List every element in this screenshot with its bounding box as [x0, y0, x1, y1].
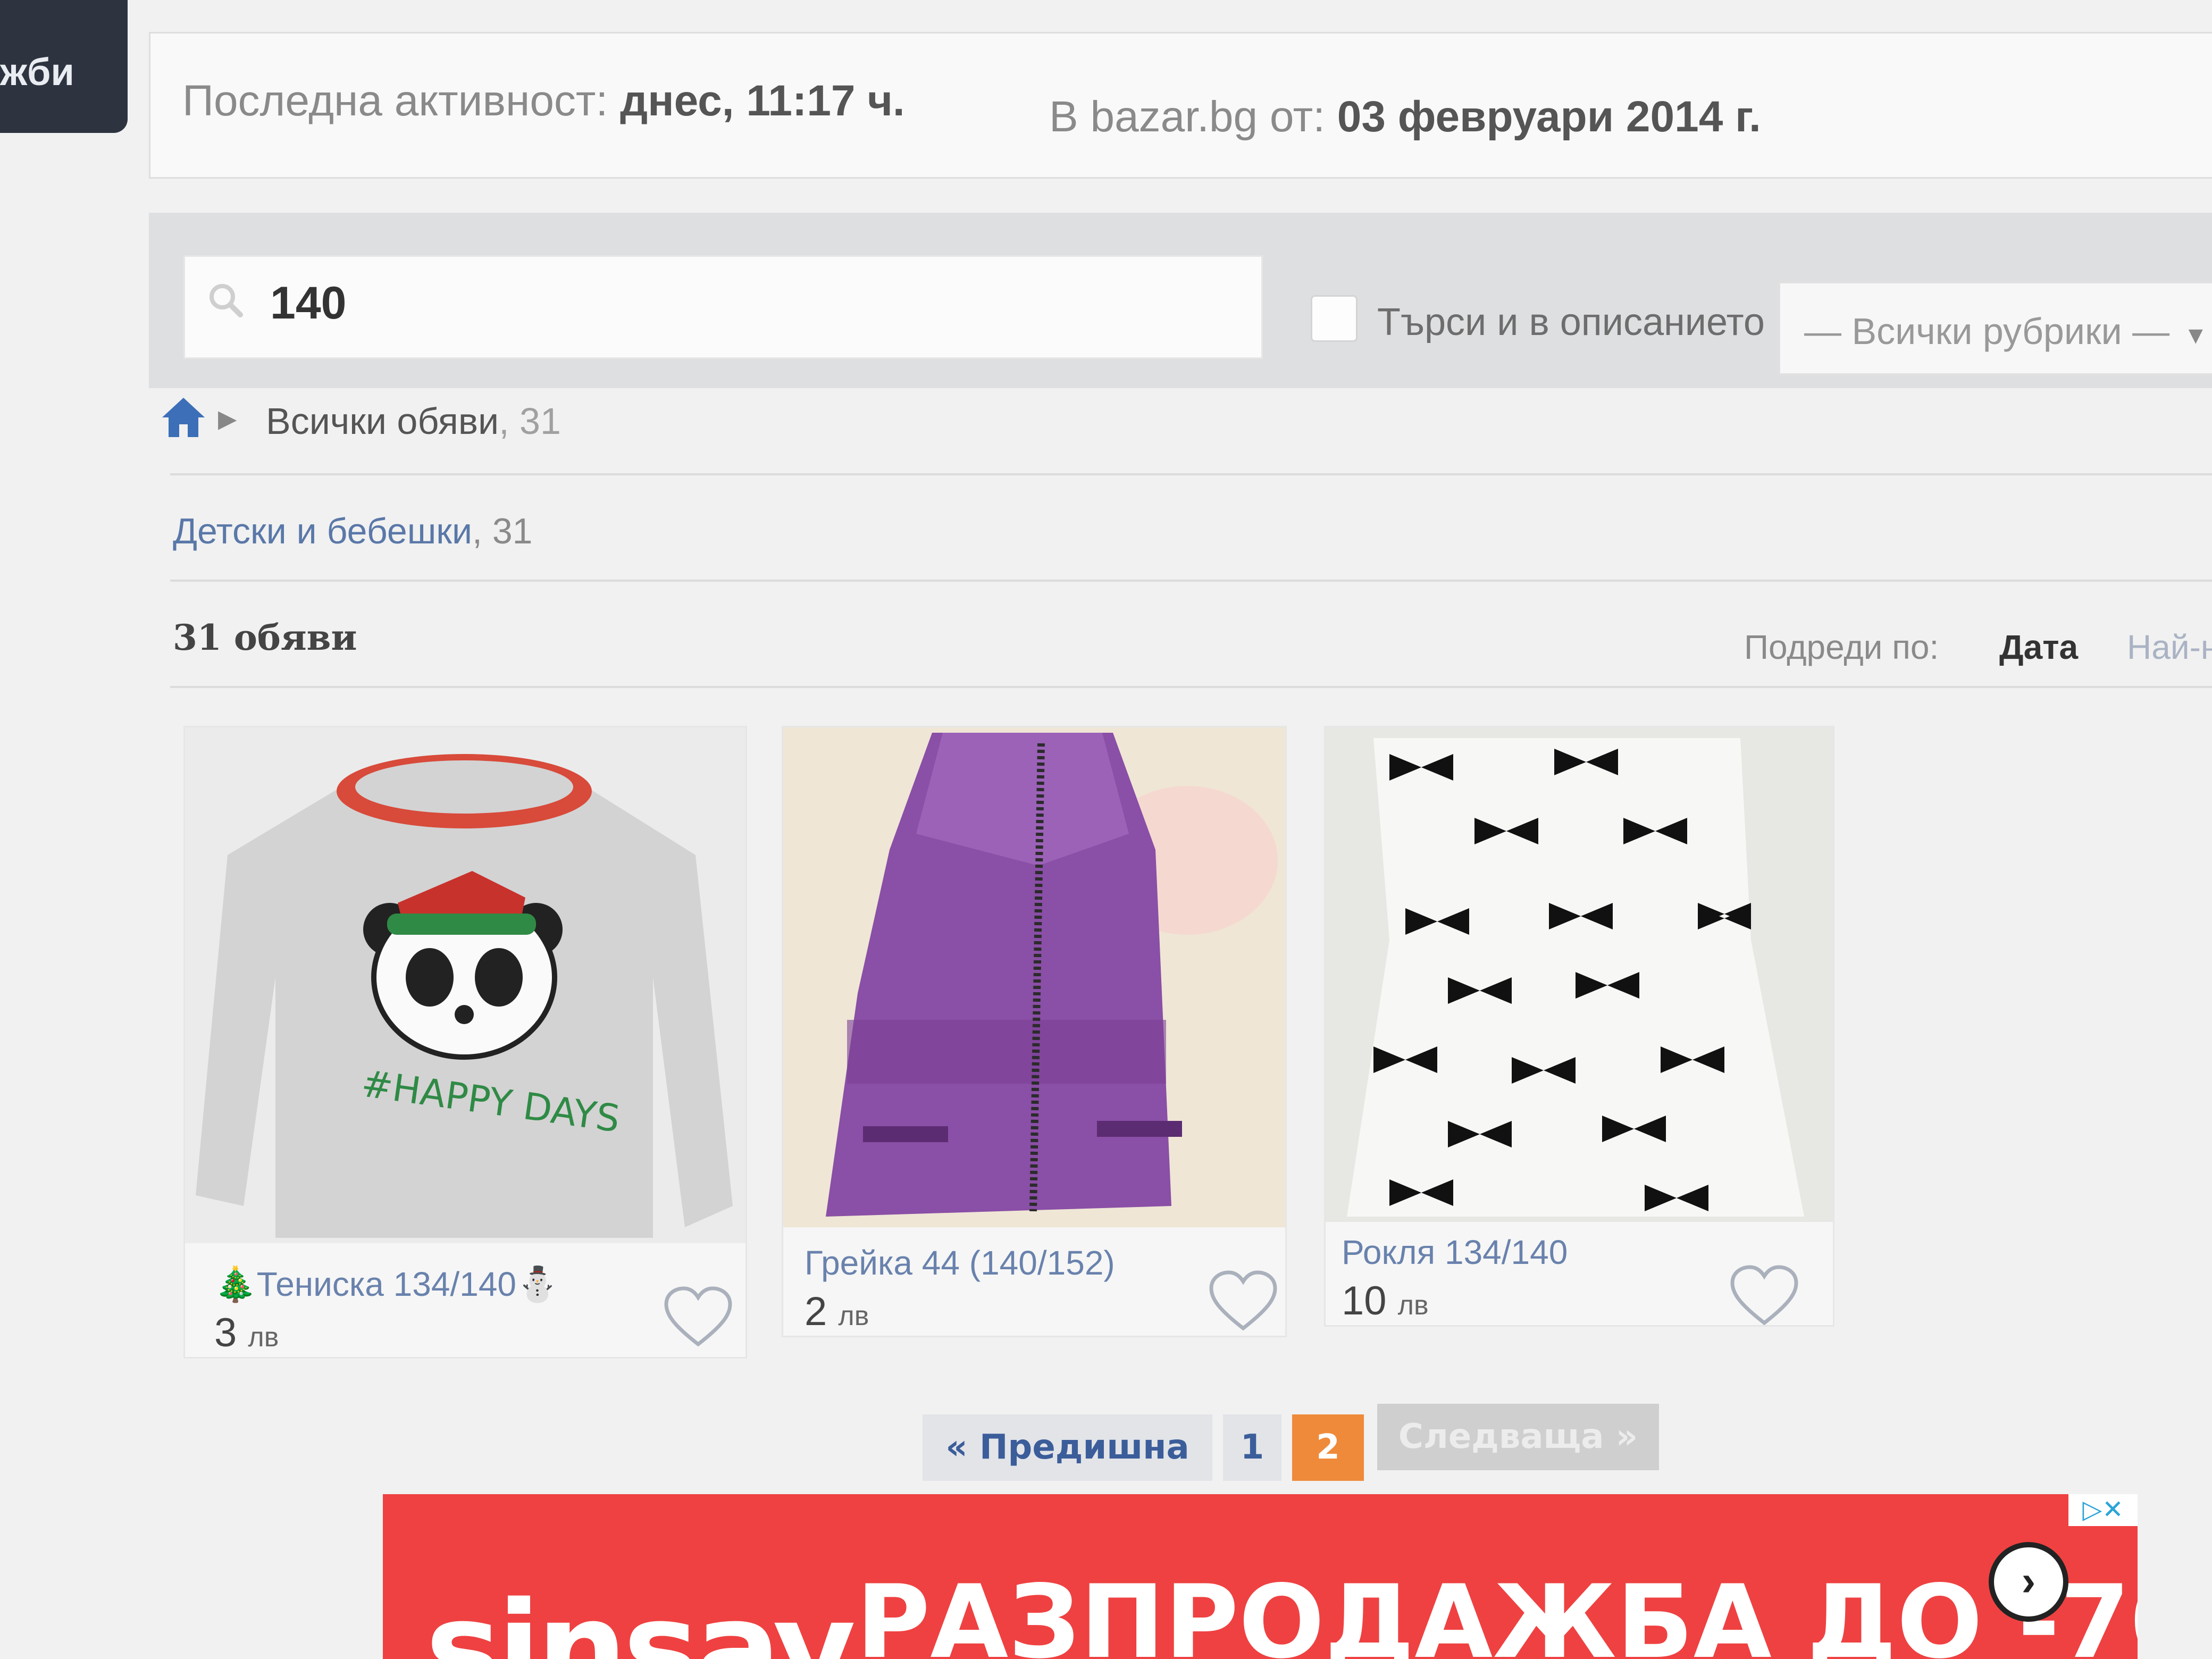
listing-card[interactable]: #HAPPY DAYS 🎄Тениска 134/140⛄ 3 лв	[183, 726, 747, 1359]
listing-card[interactable]: Грейка 44 (140/152) 2 лв	[782, 726, 1287, 1337]
breadcrumb-all-ads[interactable]: Всички обяви	[266, 400, 499, 442]
category-link-label[interactable]: Детски и бебешки	[173, 511, 472, 551]
listing-price: 2 лв	[805, 1288, 869, 1335]
listing-title[interactable]: Грейка 44 (140/152)	[805, 1243, 1115, 1283]
listing-price-value: 2	[805, 1289, 827, 1334]
ad-brand: sinsay	[425, 1574, 856, 1659]
profile-info-bar: Последна активност: днес, 11:17 ч. В baz…	[149, 32, 2212, 179]
category-link[interactable]: Детски и бебешки, 31	[173, 510, 532, 552]
divider	[170, 686, 2212, 688]
member-since: В bazar.bg от: 03 февруари 2014 г.	[1049, 92, 1761, 142]
favorite-heart-icon[interactable]	[1730, 1264, 1799, 1328]
listing-price-value: 10	[1342, 1278, 1387, 1323]
listing-currency: лв	[248, 1322, 279, 1353]
listing-currency: лв	[838, 1301, 869, 1331]
listing-currency: лв	[1397, 1290, 1429, 1321]
breadcrumb[interactable]: Всички обяви, 31	[266, 400, 561, 442]
search-value: 140	[270, 278, 347, 329]
last-activity: Последна активност: днес, 11:17 ч.	[182, 76, 905, 126]
ad-arrow-icon[interactable]: ›	[1989, 1542, 2068, 1622]
ad-choices-icon[interactable]: ▷✕	[2068, 1494, 2138, 1526]
results-count: 31 обяви	[173, 617, 357, 658]
sort-by-newest[interactable]: Най-н	[2127, 627, 2212, 667]
search-description-checkbox[interactable]	[1311, 295, 1358, 342]
category-count: , 31	[472, 511, 533, 551]
search-icon	[210, 284, 243, 317]
category-select-value: — Всички рубрики —	[1804, 311, 2170, 352]
pagination-page-1[interactable]: 1	[1223, 1414, 1281, 1481]
divider	[170, 473, 2212, 475]
sort-label: Подреди по:	[1744, 628, 1939, 666]
ad-banner[interactable]: ▷✕ sinsay РАЗПРОДАЖБА ДО -70% ›	[383, 1494, 2138, 1659]
listing-image-tshirt[interactable]: #HAPPY DAYS	[185, 727, 745, 1243]
listing-image-vest[interactable]	[783, 727, 1285, 1227]
search-description-label[interactable]: Търси и в описанието	[1377, 300, 1765, 344]
listing-card[interactable]: Рокля 134/140 10 лв	[1324, 726, 1834, 1327]
pagination-page-2-current: 2	[1292, 1414, 1364, 1481]
last-activity-value: днес, 11:17 ч.	[620, 77, 905, 125]
sort-by-date[interactable]: Дата	[1999, 627, 2078, 667]
listing-title[interactable]: Рокля 134/140	[1342, 1233, 1568, 1272]
listing-price: 3 лв	[214, 1310, 279, 1356]
account-side-tab[interactable]: жби	[0, 0, 128, 133]
search-input[interactable]: 140	[183, 255, 1263, 359]
ad-message: РАЗПРОДАЖБА ДО -70%	[856, 1563, 2138, 1659]
breadcrumb-chevron-icon: ▶	[218, 405, 237, 432]
favorite-heart-icon[interactable]	[1209, 1270, 1278, 1334]
member-since-label: В bazar.bg от:	[1049, 93, 1325, 141]
side-tab-label: жби	[0, 51, 74, 94]
listing-price-value: 3	[214, 1310, 237, 1355]
divider	[170, 580, 2212, 582]
last-activity-label: Последна активност:	[182, 77, 608, 125]
breadcrumb-count: , 31	[499, 400, 561, 442]
pagination-next-disabled: Следваща »	[1377, 1404, 1659, 1470]
category-select[interactable]: — Всички рубрики — ▼	[1779, 282, 2212, 375]
home-icon[interactable]	[160, 393, 207, 441]
chevron-down-icon: ▼	[2183, 321, 2208, 349]
pagination-prev[interactable]: « Предишна	[923, 1414, 1212, 1481]
listing-price: 10 лв	[1342, 1278, 1429, 1324]
listing-title[interactable]: 🎄Тениска 134/140⛄	[214, 1264, 559, 1304]
favorite-heart-icon[interactable]	[664, 1286, 733, 1350]
member-since-value: 03 февруари 2014 г.	[1337, 93, 1761, 141]
listing-image-dress[interactable]	[1326, 727, 1833, 1222]
